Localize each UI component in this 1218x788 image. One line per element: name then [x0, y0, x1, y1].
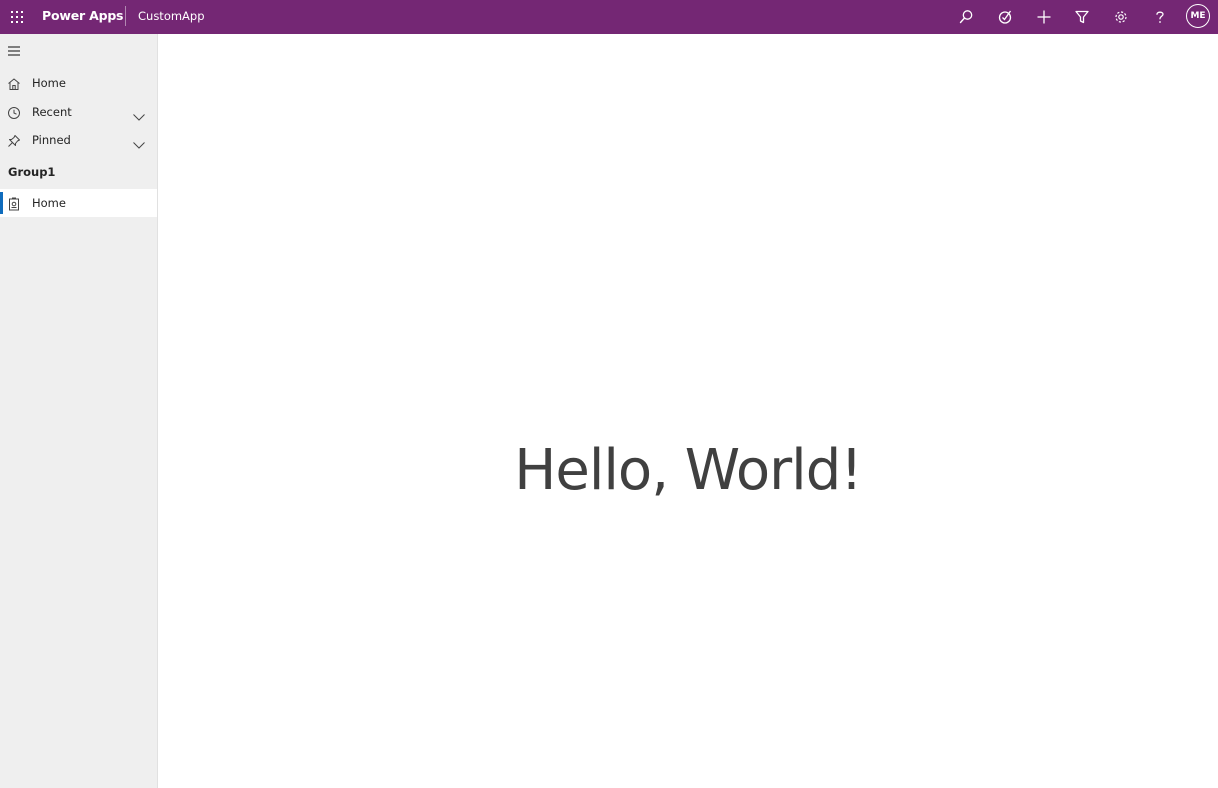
- sidebar: Home Recent Pinned Group1 Home: [0, 34, 158, 788]
- pin-icon: [7, 133, 21, 147]
- brand-title[interactable]: Power Apps: [42, 8, 124, 23]
- home-icon: [7, 76, 21, 90]
- gear-icon[interactable]: [1111, 7, 1131, 27]
- avatar[interactable]: ME: [1186, 4, 1210, 28]
- clock-icon: [7, 105, 21, 119]
- sidebar-item-home[interactable]: Home: [0, 69, 157, 97]
- top-bar: Power Apps CustomApp ME: [0, 0, 1218, 34]
- sidebar-item-label: Home: [32, 76, 66, 90]
- main-content: Hello, World!: [158, 34, 1218, 788]
- sidebar-item-label: Recent: [32, 105, 72, 119]
- plus-icon[interactable]: [1034, 7, 1054, 27]
- chevron-down-icon[interactable]: [132, 135, 146, 149]
- selected-indicator: [0, 192, 3, 214]
- chevron-down-icon[interactable]: [132, 107, 146, 121]
- header-divider: [125, 6, 126, 26]
- hamburger-menu-icon[interactable]: [4, 42, 24, 60]
- app-name[interactable]: CustomApp: [138, 9, 205, 23]
- waffle-icon[interactable]: [7, 7, 27, 27]
- hello-world-text: Hello, World!: [514, 438, 862, 503]
- page-icon: [7, 196, 21, 211]
- sidebar-item-label: Home: [32, 196, 66, 210]
- sidebar-item-group-home[interactable]: Home: [0, 189, 157, 217]
- sidebar-item-label: Pinned: [32, 133, 71, 147]
- help-icon[interactable]: [1150, 7, 1170, 27]
- group-heading: Group1: [8, 165, 56, 179]
- filter-icon[interactable]: [1072, 7, 1092, 27]
- sidebar-item-pinned[interactable]: Pinned: [0, 126, 157, 154]
- search-icon[interactable]: [956, 7, 976, 27]
- task-icon[interactable]: [995, 7, 1015, 27]
- sidebar-item-recent[interactable]: Recent: [0, 98, 157, 126]
